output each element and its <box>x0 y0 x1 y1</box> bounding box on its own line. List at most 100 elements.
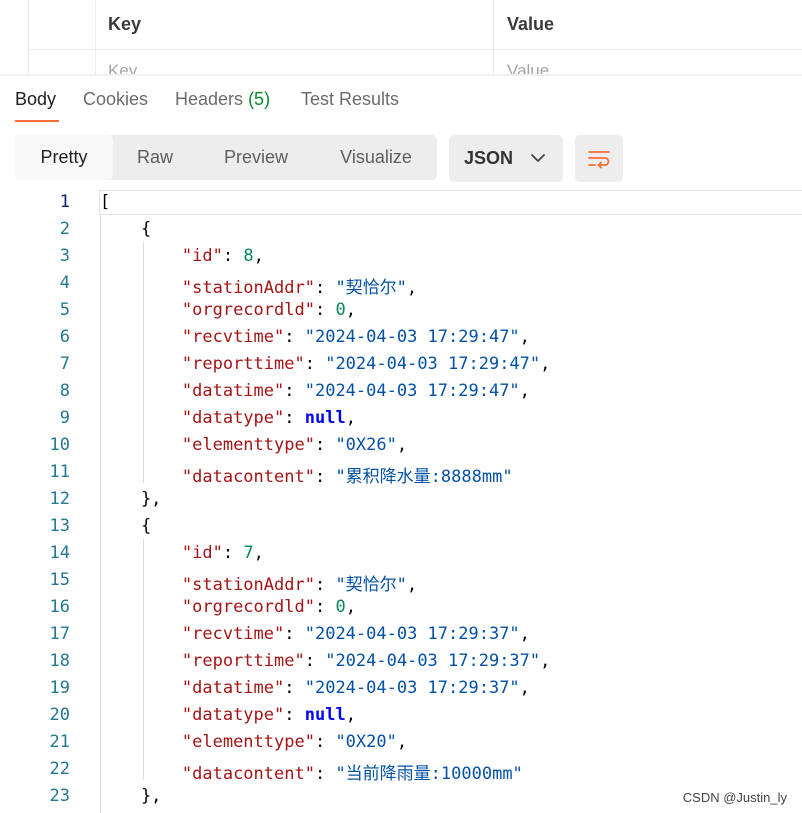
format-selected-value: JSON <box>464 148 514 168</box>
line-number: 23 <box>49 786 70 806</box>
code-token: "2024-04-03 17:29:37" <box>325 651 541 671</box>
code-token: "0X20" <box>335 732 397 752</box>
code-token: , <box>406 575 418 595</box>
line-number: 6 <box>59 327 70 347</box>
code-token: "datatype" <box>181 705 285 725</box>
code-line: "datatime": "2024-04-03 17:29:37", <box>100 678 530 698</box>
code-token: : <box>314 732 336 752</box>
code-token: }, <box>100 489 162 509</box>
code-token: : <box>222 246 244 266</box>
code-line: { <box>100 219 151 239</box>
code-token: , <box>345 705 356 725</box>
code-token: "2024-04-03 17:29:47" <box>304 381 520 401</box>
line-number: 8 <box>59 381 70 401</box>
code-token: { <box>100 516 152 536</box>
code-token: null <box>304 408 346 428</box>
table-divider <box>28 49 802 50</box>
code-line: "id": 8, <box>100 246 264 266</box>
line-number: 20 <box>49 705 70 725</box>
line-number: 14 <box>49 543 70 563</box>
code-token: , <box>396 435 408 455</box>
line-number: 19 <box>49 678 70 698</box>
code-line: "elementtype": "0X20", <box>100 732 407 752</box>
code-line: "datacontent": "当前降雨量:10000mm" <box>100 759 523 784</box>
code-token: "id" <box>181 543 223 563</box>
code-token: "datatime" <box>181 678 285 698</box>
code-token: null <box>304 705 346 725</box>
visualize-button[interactable]: Visualize <box>315 135 437 180</box>
pretty-button[interactable]: Pretty <box>15 135 113 180</box>
code-line: "datacontent": "累积降水量:8888mm" <box>100 462 513 487</box>
response-body-editor[interactable]: CSDN @Justin_ly 1 [2 {3 "id": 8, 4 "statio… <box>0 190 802 813</box>
code-line: "recvtime": "2024-04-03 17:29:37", <box>100 624 530 644</box>
code-token: , <box>345 597 356 617</box>
code-line: "recvtime": "2024-04-03 17:29:47", <box>100 327 530 347</box>
tab-body[interactable]: Body <box>15 89 56 110</box>
code-token: : <box>284 327 305 347</box>
code-token: : <box>304 354 326 374</box>
table-divider <box>95 0 96 75</box>
code-line: "reporttime": "2024-04-03 17:29:37", <box>100 651 551 671</box>
code-line: }, <box>100 786 161 806</box>
response-tabs: Body Cookies Headers (5) Test Results <box>0 76 802 126</box>
code-token: }, <box>100 786 162 806</box>
line-number: 13 <box>49 516 70 536</box>
code-line: "orgrecordld": 0, <box>100 597 356 617</box>
code-token: , <box>396 732 408 752</box>
code-token: "stationAddr" <box>181 575 315 595</box>
code-token: , <box>519 624 530 644</box>
code-token: : <box>314 278 336 298</box>
active-tab-indicator <box>15 120 59 122</box>
code-token: "累积降水量:8888mm" <box>335 467 513 487</box>
line-number: 3 <box>59 246 70 266</box>
code-token: , <box>519 327 530 347</box>
code-line: { <box>100 516 151 536</box>
watermark: CSDN @Justin_ly <box>682 790 787 805</box>
preview-button[interactable]: Preview <box>197 135 315 180</box>
code-token: { <box>100 219 152 239</box>
line-number: 9 <box>59 408 70 428</box>
code-token: "reporttime" <box>181 354 305 374</box>
code-token: "datacontent" <box>181 764 315 784</box>
format-dropdown[interactable]: JSON <box>449 135 563 182</box>
raw-button[interactable]: Raw <box>113 135 197 180</box>
code-token: : <box>314 597 336 617</box>
tab-headers-label: Headers <box>175 89 244 109</box>
code-token: : <box>314 764 336 784</box>
code-line: "datatype": null, <box>100 408 356 428</box>
code-line: "reporttime": "2024-04-03 17:29:47", <box>100 354 551 374</box>
wrap-lines-button[interactable] <box>575 135 623 182</box>
tab-cookies[interactable]: Cookies <box>83 89 148 110</box>
code-token: "datatime" <box>181 381 285 401</box>
code-token: 0 <box>335 597 346 617</box>
code-token: "elementtype" <box>181 435 315 455</box>
table-divider <box>493 0 494 75</box>
value-column-header: Value <box>507 14 555 34</box>
line-number: 1 <box>59 192 70 212</box>
code-token: "契恰尔" <box>335 575 407 595</box>
params-table: Key Value Key Value <box>0 0 802 80</box>
code-token: : <box>284 705 305 725</box>
code-token: : <box>304 651 326 671</box>
line-number: 22 <box>49 759 70 779</box>
code-token: 0 <box>335 300 346 320</box>
code-token: : <box>314 435 336 455</box>
code-line: "datatype": null, <box>100 705 356 725</box>
code-token: "当前降雨量:10000mm" <box>335 764 523 784</box>
tab-test-results[interactable]: Test Results <box>301 89 399 110</box>
code-token: : <box>222 543 244 563</box>
tab-headers[interactable]: Headers (5) <box>175 89 270 110</box>
table-divider <box>28 0 29 75</box>
line-number: 4 <box>59 273 70 293</box>
